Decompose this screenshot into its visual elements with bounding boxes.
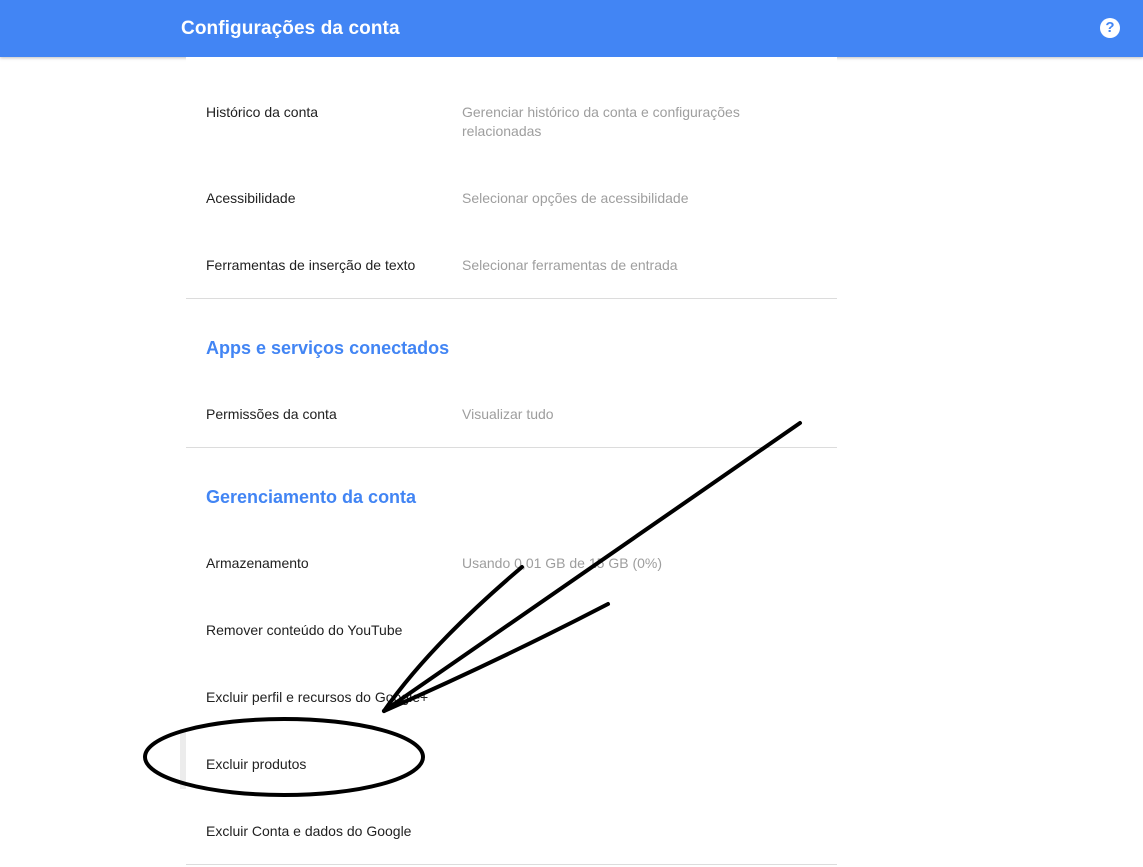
row-description: Selecionar ferramentas de entrada [462,257,678,273]
settings-row-account-permissions[interactable]: Permissões da conta Visualizar tudo [186,405,837,445]
settings-card: Histórico da conta Gerenciar histórico d… [180,57,837,867]
page: Configurações da conta ? Histórico da co… [0,0,1143,867]
section-divider [186,298,837,299]
top-app-bar: Configurações da conta ? [0,0,1143,57]
settings-row-delete-products[interactable]: Excluir produtos [186,755,837,795]
settings-row-remove-youtube[interactable]: Remover conteúdo do YouTube [186,621,837,661]
row-label: Excluir perfil e recursos do Google+ [206,689,429,705]
row-label: Excluir produtos [206,756,307,772]
help-icon[interactable]: ? [1100,18,1120,38]
row-label: Histórico da conta [206,104,319,120]
row-description: Visualizar tudo [462,406,554,422]
section-title-connected-apps: Apps e serviços conectados [206,338,450,358]
row-label: Ferramentas de inserção de texto [206,257,416,273]
row-label: Acessibilidade [206,190,296,206]
page-title: Configurações da conta [181,18,400,39]
row-label: Armazenamento [206,555,309,571]
row-label: Permissões da conta [206,406,337,422]
settings-row-delete-google-plus[interactable]: Excluir perfil e recursos do Google+ [186,688,837,728]
row-label: Remover conteúdo do YouTube [206,622,403,638]
row-description: Gerenciar histórico da conta e configura… [462,104,740,139]
settings-row-delete-account[interactable]: Excluir Conta e dados do Google [186,822,837,862]
section-divider [186,447,837,448]
settings-row-account-history[interactable]: Histórico da conta Gerenciar histórico d… [186,103,837,163]
row-label: Excluir Conta e dados do Google [206,823,412,839]
section-divider [186,864,837,865]
settings-row-storage[interactable]: Armazenamento Usando 0,01 GB de 15 GB (0… [186,554,837,594]
section-title-account-management: Gerenciamento da conta [206,487,417,507]
row-description: Usando 0,01 GB de 15 GB (0%) [462,555,662,571]
settings-row-input-tools[interactable]: Ferramentas de inserção de texto Selecio… [186,256,837,296]
settings-row-accessibility[interactable]: Acessibilidade Selecionar opções de aces… [186,189,837,229]
row-description: Selecionar opções de acessibilidade [462,190,689,206]
